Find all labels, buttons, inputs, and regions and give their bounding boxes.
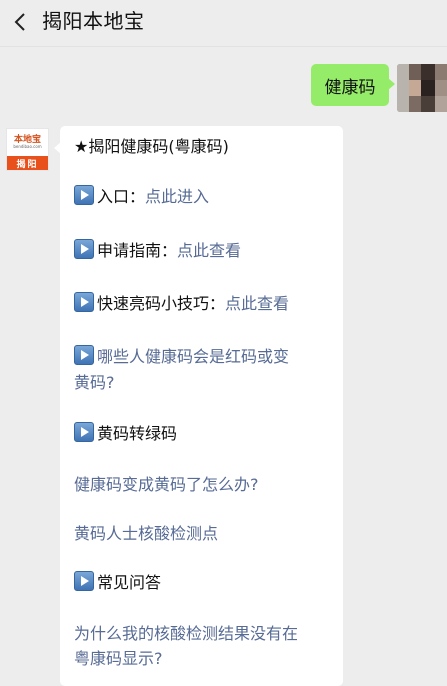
red-yellow-link-cont[interactable]: 黄码? bbox=[74, 370, 336, 395]
play-icon bbox=[74, 345, 94, 365]
item-label: 入口： bbox=[97, 187, 146, 206]
outgoing-message[interactable]: 健康码 bbox=[311, 64, 395, 106]
play-icon bbox=[74, 571, 94, 591]
incoming-message: ★揭阳健康码(粤康码) 入口：点此进入 申请指南：点此查看 快速亮码小技巧：点此… bbox=[54, 126, 343, 686]
test-points-link[interactable]: 黄码人士核酸检测点 bbox=[74, 521, 336, 546]
bot-avatar[interactable]: 本地宝 bendibao.com 揭阳 bbox=[6, 128, 49, 171]
chat-title: 揭阳本地宝 bbox=[42, 9, 145, 33]
play-icon bbox=[74, 422, 94, 442]
red-yellow-link[interactable]: 哪些人健康码会是红码或变 bbox=[74, 344, 336, 369]
play-icon bbox=[74, 185, 94, 205]
bendibao-logo: 本地宝 bendibao.com bbox=[7, 129, 48, 156]
list-item: 快速亮码小技巧：点此查看 bbox=[74, 291, 336, 316]
section-title: 常见问答 bbox=[74, 570, 336, 595]
faq-link-cont[interactable]: 粤康码显示? bbox=[74, 646, 336, 671]
yellow-to-green-title: 黄码转绿码 bbox=[97, 424, 178, 443]
list-item: 入口：点此进入 bbox=[74, 184, 336, 209]
faq-link[interactable]: 为什么我的核酸检测结果没有在 bbox=[74, 621, 336, 646]
guide-link[interactable]: 点此查看 bbox=[177, 241, 241, 260]
faq-title: 常见问答 bbox=[97, 573, 162, 592]
red-yellow-link-line2[interactable]: 黄码? bbox=[74, 373, 115, 392]
logo-city-bar: 揭阳 bbox=[7, 156, 48, 170]
tips-link[interactable]: 点此查看 bbox=[225, 294, 289, 313]
logo-sub-text: bendibao.com bbox=[13, 143, 42, 149]
yellow-code-link[interactable]: 健康码变成黄码了怎么办? bbox=[74, 472, 336, 497]
play-icon bbox=[74, 239, 94, 259]
red-yellow-link-line1[interactable]: 哪些人健康码会是红码或变 bbox=[97, 347, 289, 366]
item-label: 快速亮码小技巧： bbox=[97, 294, 226, 313]
item-label: 申请指南： bbox=[97, 241, 178, 260]
list-item: 申请指南：点此查看 bbox=[74, 238, 336, 263]
outgoing-message-text: 健康码 bbox=[324, 77, 376, 98]
play-icon bbox=[74, 292, 94, 312]
avatar-image bbox=[397, 64, 447, 112]
message-heading: ★揭阳健康码(粤康码) bbox=[74, 137, 229, 156]
back-button[interactable] bbox=[10, 9, 30, 35]
chevron-left-icon bbox=[14, 13, 25, 31]
my-avatar[interactable] bbox=[397, 64, 447, 112]
entry-link[interactable]: 点此进入 bbox=[145, 187, 209, 206]
section-title: 黄码转绿码 bbox=[74, 421, 336, 446]
chat-header: 揭阳本地宝 bbox=[0, 0, 447, 47]
